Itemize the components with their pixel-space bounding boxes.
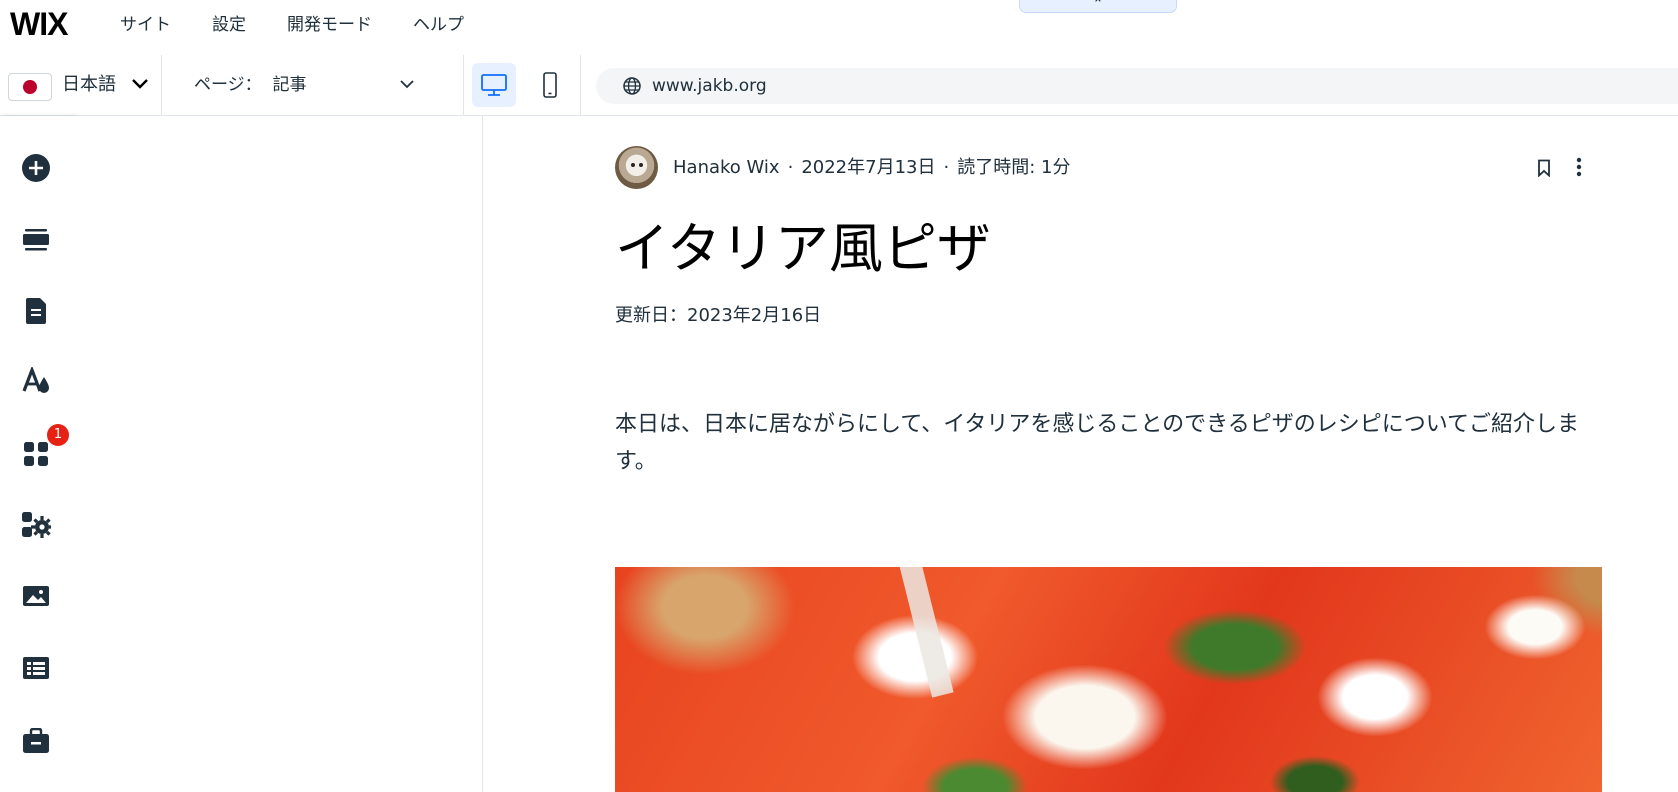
left-sidebar: 1 (0, 116, 76, 792)
page-selector[interactable]: ページ： 記事 (161, 55, 463, 115)
add-elements-button[interactable] (17, 149, 55, 187)
canvas-gutter (76, 116, 483, 792)
apps-button[interactable]: 1 (17, 424, 69, 473)
post-body: 本日は、日本に居ながらにして、イタリアを感じることのできるピザのレシピについてご… (615, 412, 1580, 474)
read-time: 読了時間: 1分 (957, 157, 1071, 178)
globe-icon (623, 77, 641, 95)
menu-settings[interactable]: 設定 (212, 0, 246, 50)
language-selector[interactable]: 日本語 (0, 55, 162, 115)
chevron-up-icon: ⌃ (1092, 0, 1104, 12)
collapse-toolbar-button[interactable]: ⌃ (1019, 0, 1177, 13)
author-avatar[interactable] (615, 146, 658, 189)
device-switcher (463, 55, 581, 115)
more-options-icon[interactable] (1576, 157, 1582, 177)
menu-help[interactable]: ヘルプ (413, 0, 464, 50)
portfolio-icon (23, 728, 49, 753)
cms-button[interactable] (17, 649, 55, 687)
pages-icon (26, 298, 46, 324)
business-apps-button[interactable] (17, 507, 55, 545)
editor-toolbar: 日本語 ページ： 記事 www.jakb.org (0, 55, 1678, 116)
design-icon (22, 367, 49, 393)
author-name[interactable]: Hanako Wix (673, 157, 780, 178)
add-icon (22, 154, 50, 182)
desktop-view-button[interactable] (472, 63, 516, 107)
desktop-icon (481, 74, 507, 96)
media-button[interactable] (17, 577, 55, 615)
site-url-bar[interactable]: www.jakb.org (596, 68, 1678, 104)
chevron-down-icon (132, 79, 148, 89)
japan-flag-icon (8, 73, 52, 101)
post-title: イタリア風ピザ (615, 217, 991, 280)
blog-post: Hanako Wix · 2022年7月13日 · 読了時間: 1分 イタリア風ピザ 更… (483, 116, 1678, 792)
main-menu: サイト 設定 開発モード ヘルプ (120, 0, 505, 50)
sections-button[interactable] (17, 221, 55, 259)
wix-logo[interactable]: WIX (10, 4, 68, 44)
pizza-image[interactable] (615, 567, 1602, 792)
menu-dev-mode[interactable]: 開発モード (287, 0, 372, 50)
notification-badge: 1 (47, 424, 69, 446)
page-selector-label: ページ： 記事 (194, 75, 307, 95)
site-url: www.jakb.org (652, 76, 767, 96)
language-label: 日本語 (62, 74, 116, 95)
bookmark-icon[interactable] (1537, 159, 1551, 177)
menu-site[interactable]: サイト (120, 0, 171, 50)
sections-icon (23, 229, 49, 251)
updated-date: 更新日：2023年2月16日 (615, 305, 822, 326)
post-date: 2022年7月13日 (801, 157, 936, 178)
chevron-down-icon (400, 80, 414, 89)
business-apps-icon (22, 512, 51, 538)
mobile-view-button[interactable] (528, 63, 572, 107)
top-menu-bar: WIX サイト 設定 開発モード ヘルプ ⌃ (0, 0, 1678, 56)
post-meta: Hanako Wix · 2022年7月13日 · 読了時間: 1分 (673, 157, 1071, 178)
portfolio-button[interactable] (17, 722, 55, 760)
apps-icon (24, 442, 48, 466)
pages-button[interactable] (17, 292, 55, 330)
media-icon (23, 586, 49, 606)
cms-icon (23, 657, 49, 679)
design-button[interactable] (17, 362, 55, 400)
mobile-icon (543, 72, 557, 98)
